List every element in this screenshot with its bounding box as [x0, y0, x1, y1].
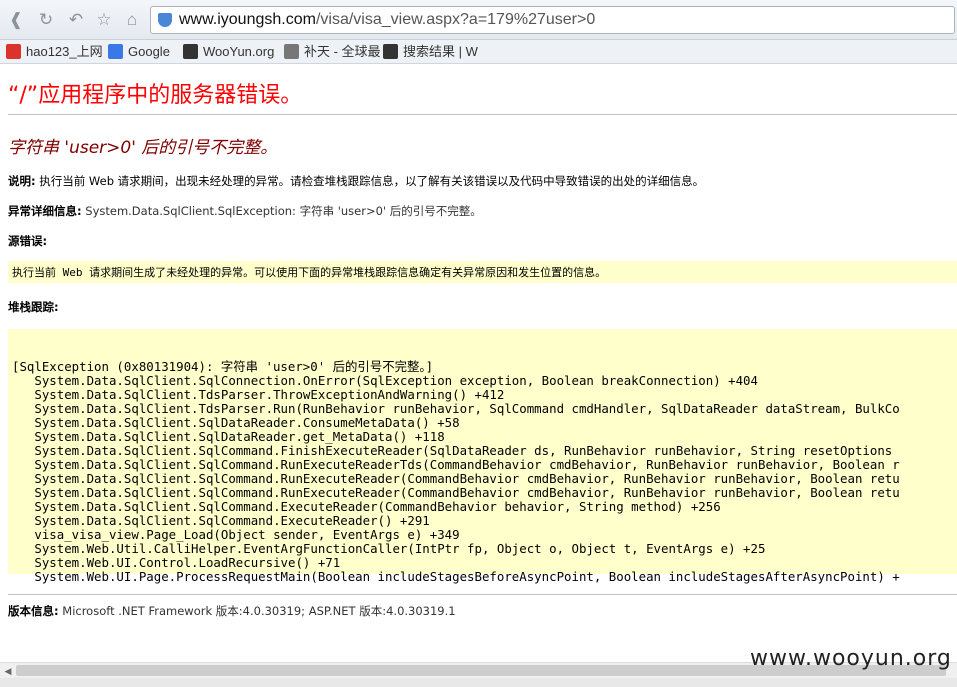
version-text: Microsoft .NET Framework 版本:4.0.30319; A…	[62, 604, 456, 618]
google-icon	[108, 44, 123, 59]
security-shield-icon	[158, 13, 172, 27]
description-text: 执行当前 Web 请求期间，出现未经处理的异常。请检查堆栈跟踪信息，以了解有关该…	[39, 174, 705, 188]
bookmark-label: 搜索结果 | W	[403, 44, 478, 59]
version-label: 版本信息:	[8, 604, 59, 618]
source-error-text: 执行当前 Web 请求期间生成了未经处理的异常。可以使用下面的异常堆栈跟踪信息确…	[12, 266, 607, 279]
bookmark-label: 补天 - 全球最	[304, 44, 381, 59]
description-line: 说明: 执行当前 Web 请求期间，出现未经处理的异常。请检查堆栈跟踪信息，以了…	[8, 173, 704, 189]
bookmark-google[interactable]: Google	[108, 43, 170, 61]
scroll-left-icon[interactable]: ◀	[1, 664, 15, 678]
stack-trace-text: [SqlException (0x80131904): 字符串 'user>0'…	[12, 359, 900, 584]
back-icon[interactable]: ❰	[6, 10, 26, 30]
source-label: 源错误:	[8, 234, 48, 248]
bookmark-hao123[interactable]: hao123_上网	[6, 43, 103, 61]
version-line: 版本信息: Microsoft .NET Framework 版本:4.0.30…	[8, 603, 456, 619]
wooyun-icon	[383, 44, 398, 59]
watermark: www.wooyun.org	[750, 646, 952, 671]
exception-line: 异常详细信息: System.Data.SqlClient.SqlExcepti…	[8, 203, 482, 219]
divider	[8, 594, 957, 595]
url-host: www.iyoungsh.com	[179, 11, 316, 28]
url-path: /visa/visa_view.aspx?a=179%27user>0	[315, 11, 596, 28]
star-icon[interactable]: ☆	[94, 10, 114, 30]
error-title: “/”应用程序中的服务器错误。	[8, 83, 303, 108]
page-content: “/”应用程序中的服务器错误。 字符串 'user>0' 后的引号不完整。 说明…	[0, 64, 957, 662]
refresh-icon[interactable]: ↻	[36, 10, 56, 30]
bookmark-search-results[interactable]: 搜索结果 | W	[383, 43, 478, 61]
browser-toolbar: ❰ ↻ ↶ ☆ ⌂ www.iyoungsh.com/visa/visa_vie…	[0, 0, 957, 40]
error-subtitle: 字符串 'user>0' 后的引号不完整。	[8, 138, 278, 158]
bookmark-label: Google	[128, 44, 170, 59]
source-error-heading: 源错误:	[8, 233, 47, 249]
wooyun-icon	[183, 44, 198, 59]
exception-text: System.Data.SqlClient.SqlException: 字符串 …	[85, 204, 482, 218]
stack-label: 堆栈跟踪:	[8, 300, 59, 314]
source-error-box: 执行当前 Web 请求期间生成了未经处理的异常。可以使用下面的异常堆栈跟踪信息确…	[8, 261, 957, 283]
bookmark-butian[interactable]: 补天 - 全球最	[284, 43, 381, 61]
bookmarks-bar: hao123_上网 Google WooYun.org 补天 - 全球最 搜索结…	[0, 40, 957, 64]
description-label: 说明:	[8, 174, 36, 188]
divider	[8, 114, 957, 115]
address-bar[interactable]: www.iyoungsh.com/visa/visa_view.aspx?a=1…	[150, 6, 955, 34]
undo-icon[interactable]: ↶	[66, 10, 86, 30]
bookmark-wooyun[interactable]: WooYun.org	[183, 43, 274, 61]
bookmark-label: WooYun.org	[203, 44, 275, 59]
url-text[interactable]: www.iyoungsh.com/visa/visa_view.aspx?a=1…	[179, 11, 595, 29]
bookmark-label: hao123_上网	[26, 44, 103, 59]
status-bar	[0, 678, 957, 687]
butian-icon	[284, 44, 299, 59]
home-icon[interactable]: ⌂	[122, 10, 142, 30]
exception-label: 异常详细信息:	[8, 204, 82, 218]
stack-trace-box: [SqlException (0x80131904): 字符串 'user>0'…	[8, 329, 957, 584]
hao123-icon	[6, 44, 21, 59]
stack-trace-heading: 堆栈跟踪:	[8, 299, 59, 315]
